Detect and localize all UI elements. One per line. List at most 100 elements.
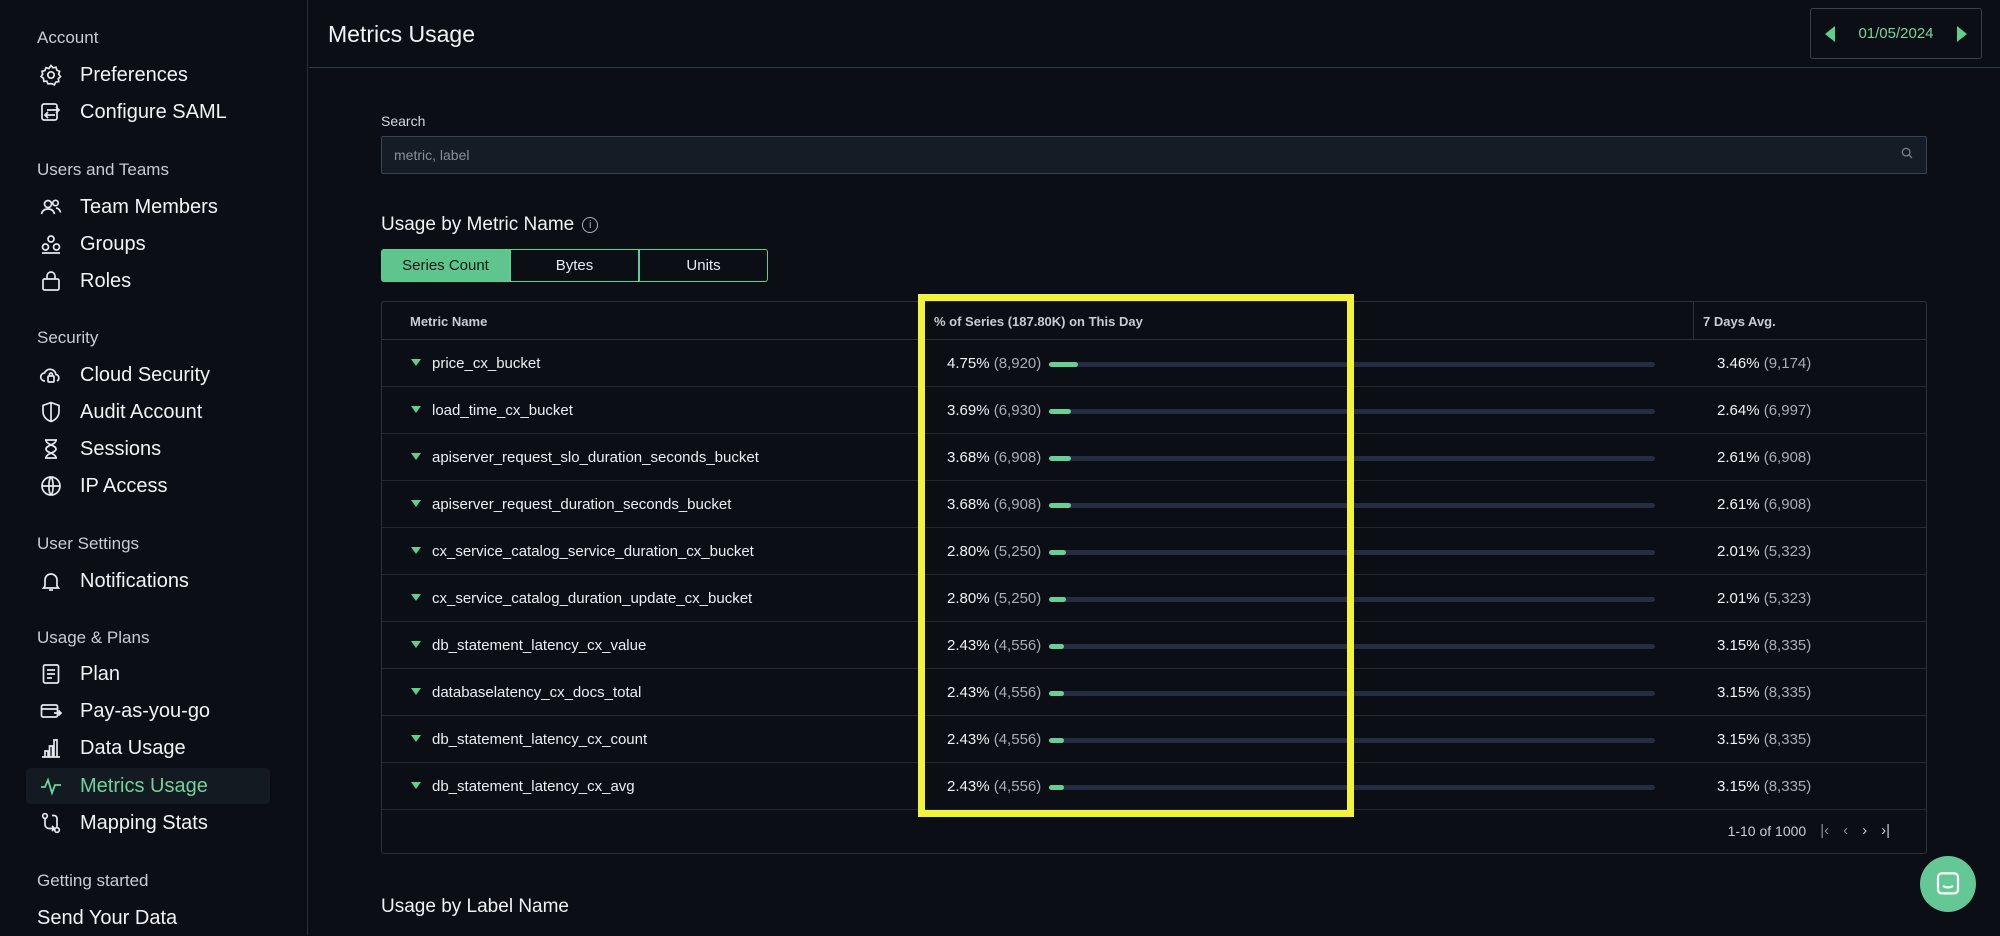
- column-header-metric-name[interactable]: Metric Name: [410, 314, 487, 329]
- seven-day-avg: 3.15% (8,335): [1717, 684, 1811, 701]
- metric-toggle-group: Series Count Bytes Units: [381, 249, 768, 282]
- next-date-icon[interactable]: [1956, 25, 1967, 42]
- metric-name: load_time_cx_bucket: [432, 402, 573, 419]
- avg-percent-value: 2.61%: [1717, 449, 1760, 466]
- avg-percent-value: 3.15%: [1717, 731, 1760, 748]
- metric-name: cx_service_catalog_service_duration_cx_b…: [432, 543, 754, 560]
- shield-icon: [38, 399, 64, 425]
- sidebar-item-plan[interactable]: Plan: [26, 656, 270, 692]
- avg-count: (8,335): [1763, 684, 1812, 701]
- gear-icon: [38, 62, 64, 88]
- expand-caret-icon[interactable]: [411, 735, 421, 742]
- search-box: [381, 136, 1927, 174]
- next-page-icon[interactable]: ›: [1862, 822, 1867, 839]
- sidebar-item-preferences[interactable]: Preferences: [26, 57, 270, 93]
- hourglass-icon: [38, 436, 64, 462]
- sidebar-item-data-usage[interactable]: Data Usage: [26, 730, 270, 766]
- sidebar-item-configure-saml[interactable]: Configure SAML: [26, 94, 270, 130]
- avg-percent-value: 2.01%: [1717, 543, 1760, 560]
- expand-caret-icon[interactable]: [411, 406, 421, 413]
- sidebar-item-sessions[interactable]: Sessions: [26, 431, 270, 467]
- avg-percent-value: 2.01%: [1717, 590, 1760, 607]
- sidebar-item-ip-access[interactable]: IP Access: [26, 468, 270, 504]
- metric-name: db_statement_latency_cx_count: [432, 731, 648, 748]
- seven-day-avg: 2.01% (5,323): [1717, 590, 1811, 607]
- sidebar-item-pay-as-you-go[interactable]: Pay-as-you-go: [26, 693, 270, 729]
- column-header-avg[interactable]: 7 Days Avg.: [1703, 314, 1776, 329]
- expand-caret-icon[interactable]: [411, 688, 421, 695]
- bar-chart-icon: [38, 735, 64, 761]
- avg-percent-value: 3.46%: [1717, 355, 1760, 372]
- expand-caret-icon[interactable]: [411, 594, 421, 601]
- avg-count: (6,908): [1763, 449, 1812, 466]
- chat-icon: [1936, 872, 1960, 895]
- sidebar-item-groups[interactable]: Groups: [26, 226, 270, 262]
- sidebar-item-mapping-stats[interactable]: Mapping Stats: [26, 805, 270, 841]
- section-title-usage-plans: Usage & Plans: [37, 628, 150, 647]
- pagination-range: 1-10 of 1000: [1727, 822, 1807, 839]
- metric-name: apiserver_request_duration_seconds_bucke…: [432, 496, 732, 513]
- avg-percent-value: 3.15%: [1717, 778, 1760, 795]
- expand-caret-icon[interactable]: [411, 359, 421, 366]
- seven-day-avg: 2.61% (6,908): [1717, 496, 1811, 513]
- date-picker[interactable]: 01/05/2024: [1810, 8, 1982, 59]
- last-page-icon[interactable]: ›|: [1881, 822, 1890, 839]
- section-title: Usage by Metric Name: [381, 214, 575, 235]
- chat-button[interactable]: [1920, 856, 1976, 912]
- seven-day-avg: 2.61% (6,908): [1717, 449, 1811, 466]
- globe-icon: [38, 473, 64, 499]
- metric-name: db_statement_latency_cx_value: [432, 637, 647, 654]
- expand-caret-icon[interactable]: [411, 782, 421, 789]
- expand-caret-icon[interactable]: [411, 547, 421, 554]
- expand-caret-icon[interactable]: [411, 641, 421, 648]
- seven-day-avg: 2.01% (5,323): [1717, 543, 1811, 560]
- section-heading-labels: Usage by Label Name: [381, 896, 569, 917]
- highlight-box: [918, 294, 1354, 817]
- sidebar-item-audit-account[interactable]: Audit Account: [26, 394, 270, 430]
- groups-icon: [38, 231, 64, 257]
- toggle-units[interactable]: Units: [639, 249, 768, 282]
- avg-count: (8,335): [1763, 637, 1812, 654]
- cloud-lock-icon: [38, 362, 64, 388]
- avg-count: (8,335): [1763, 731, 1812, 748]
- seven-day-avg: 3.15% (8,335): [1717, 637, 1811, 654]
- mapping-icon: [38, 810, 64, 836]
- avg-count: (5,323): [1763, 590, 1812, 607]
- metric-name: db_statement_latency_cx_avg: [432, 778, 635, 795]
- sidebar-item-team-members[interactable]: Team Members: [26, 189, 270, 225]
- avg-count: (9,174): [1763, 355, 1812, 372]
- metric-name: apiserver_request_slo_duration_seconds_b…: [432, 449, 759, 466]
- pulse-icon: [38, 773, 64, 799]
- search-label: Search: [381, 113, 426, 129]
- avg-percent-value: 3.15%: [1717, 637, 1760, 654]
- prev-date-icon[interactable]: [1825, 25, 1835, 42]
- expand-caret-icon[interactable]: [411, 500, 421, 507]
- avg-count: (8,335): [1763, 778, 1812, 795]
- avg-count: (6,908): [1763, 496, 1812, 513]
- search-icon[interactable]: [1900, 146, 1914, 165]
- section-title-getting-started: Getting started: [37, 871, 149, 890]
- search-input[interactable]: [394, 147, 1900, 163]
- document-icon: [38, 661, 64, 687]
- sidebar-item-metrics-usage[interactable]: Metrics Usage: [26, 768, 270, 804]
- toggle-series-count[interactable]: Series Count: [381, 249, 510, 282]
- first-page-icon[interactable]: |‹: [1820, 822, 1829, 839]
- prev-page-icon[interactable]: ‹: [1843, 822, 1848, 839]
- sidebar-item-notifications[interactable]: Notifications: [26, 563, 270, 599]
- expand-caret-icon[interactable]: [411, 453, 421, 460]
- top-bar: Metrics Usage 01/05/2024: [309, 0, 2000, 68]
- section-title-user-settings: User Settings: [37, 534, 140, 553]
- lock-icon: [38, 268, 64, 294]
- metric-name: cx_service_catalog_duration_update_cx_bu…: [432, 590, 753, 607]
- info-icon[interactable]: i: [582, 217, 599, 233]
- sidebar-item-roles[interactable]: Roles: [26, 263, 270, 299]
- metric-name: databaselatency_cx_docs_total: [432, 684, 642, 701]
- toggle-bytes[interactable]: Bytes: [510, 249, 639, 282]
- page-title: Metrics Usage: [328, 21, 475, 47]
- sidebar-item-send-your-data[interactable]: Send Your Data: [26, 900, 270, 936]
- pagination: 1-10 of 1000 |‹ ‹ › ›|: [1728, 822, 1890, 839]
- users-icon: [38, 194, 64, 220]
- metric-name: price_cx_bucket: [432, 355, 541, 372]
- sidebar-item-cloud-security[interactable]: Cloud Security: [26, 357, 270, 393]
- avg-percent-value: 3.15%: [1717, 684, 1760, 701]
